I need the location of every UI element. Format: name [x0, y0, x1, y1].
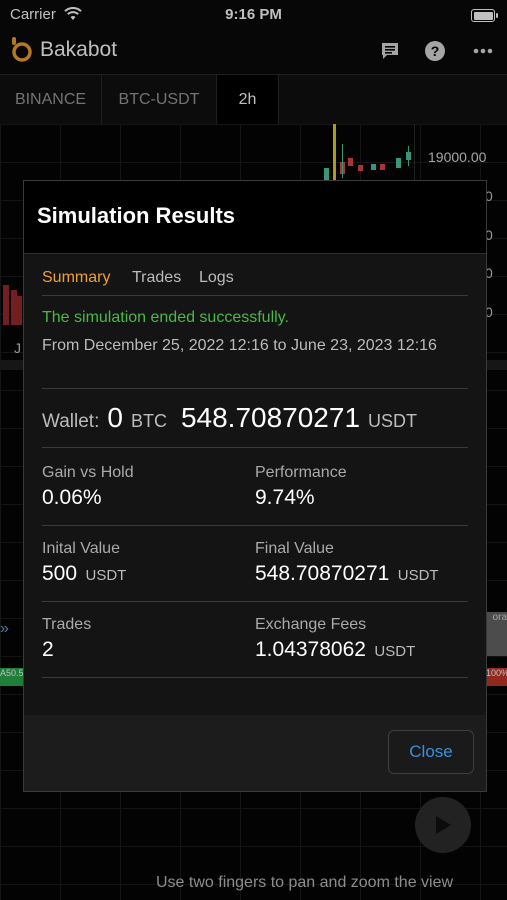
scroll-left-icon[interactable]: »: [0, 620, 22, 646]
trades-label: Trades: [42, 616, 92, 633]
tab-summary[interactable]: Summary: [42, 269, 110, 287]
candle: [348, 158, 353, 166]
more-icon[interactable]: [472, 40, 494, 62]
price-axis-label: 19000.00: [428, 149, 487, 165]
wallet-usdt-unit: USDT: [368, 411, 418, 431]
play-icon: [436, 816, 451, 834]
right-edge-panel: ora: [486, 612, 507, 656]
exchange-fees-label: Exchange Fees: [255, 616, 367, 633]
market-toolbar: BINANCE BTC-USDT 2h: [0, 74, 507, 125]
final-value-unit: USDT: [397, 567, 439, 584]
section-divider: [42, 601, 468, 602]
candle: [358, 165, 363, 171]
section-divider: [42, 447, 468, 448]
wallet-label: Wallet:: [42, 411, 100, 432]
candle: [371, 164, 376, 170]
app-title: Bakabot: [40, 38, 118, 61]
final-value-label: Final Value: [255, 540, 334, 557]
tab-logs[interactable]: Logs: [199, 269, 234, 287]
volume-bar: [3, 285, 9, 325]
gesture-hint: Use two fingers to pan and zoom the view: [156, 874, 454, 891]
candle: [380, 164, 385, 170]
wallet-usdt-value: 548.70870271: [180, 402, 361, 433]
status-message: The simulation ended successfully.: [42, 309, 289, 326]
exchange-selector[interactable]: BINANCE: [0, 75, 102, 124]
candle: [324, 168, 329, 180]
current-candle-marker: [333, 124, 336, 184]
battery-icon: [471, 9, 498, 22]
tab-divider: [42, 295, 468, 296]
chat-icon[interactable]: [379, 40, 401, 62]
wallet-btc-unit: BTC: [130, 411, 167, 431]
initial-value-row: 500 USDT: [42, 562, 126, 586]
candle-wick: [408, 146, 409, 166]
exchange-fees-row: 1.04378062 USDT: [255, 638, 415, 662]
wallet-btc-value: 0: [107, 402, 123, 433]
close-button[interactable]: Close: [388, 730, 474, 774]
initial-value-label: Inital Value: [42, 540, 120, 557]
section-divider: [42, 677, 468, 678]
gain-vs-hold-value: 0.06%: [42, 486, 102, 509]
dialog-footer: Close: [24, 715, 486, 791]
svg-text:?: ?: [431, 43, 440, 59]
left-indicator-badge: A50.5: [0, 668, 23, 686]
pair-selector[interactable]: BTC-USDT: [102, 75, 217, 124]
exchange-fees-value: 1.04378062: [255, 638, 366, 661]
performance-value: 9.74%: [255, 486, 315, 509]
candle-wick: [342, 144, 343, 178]
app-header: Bakabot ?: [0, 30, 507, 74]
gain-vs-hold-label: Gain vs Hold: [42, 464, 134, 481]
volume-bar: [17, 296, 22, 325]
simulation-results-dialog: Simulation Results Summary Trades Logs T…: [23, 180, 487, 792]
interval-selector[interactable]: 2h: [217, 75, 279, 124]
final-value: 548.70870271: [255, 562, 390, 585]
performance-label: Performance: [255, 464, 347, 481]
help-icon[interactable]: ?: [424, 40, 446, 62]
clock: 9:16 PM: [225, 6, 282, 23]
initial-value: 500: [42, 562, 78, 585]
candle: [396, 158, 401, 168]
final-value-row: 548.70870271 USDT: [255, 562, 439, 586]
section-divider: [42, 388, 468, 389]
exchange-fees-unit: USDT: [374, 643, 416, 660]
right-indicator-badge: 100%: [486, 668, 507, 686]
wallet-row: Wallet: 0 BTC 548.70870271 USDT: [42, 402, 472, 436]
status-bar: Carrier 9:16 PM: [0, 0, 507, 30]
section-divider: [42, 525, 468, 526]
dialog-title: Simulation Results: [37, 203, 236, 228]
tab-trades[interactable]: Trades: [132, 269, 181, 287]
simulation-period: From December 25, 2022 12:16 to June 23,…: [42, 337, 437, 354]
trades-value: 2: [42, 638, 54, 661]
bakabot-logo-icon: [12, 37, 32, 62]
initial-value-unit: USDT: [85, 567, 127, 584]
play-button[interactable]: [415, 797, 471, 853]
time-axis-fragment: J: [14, 340, 21, 356]
dialog-body: Summary Trades Logs The simulation ended…: [24, 253, 486, 717]
